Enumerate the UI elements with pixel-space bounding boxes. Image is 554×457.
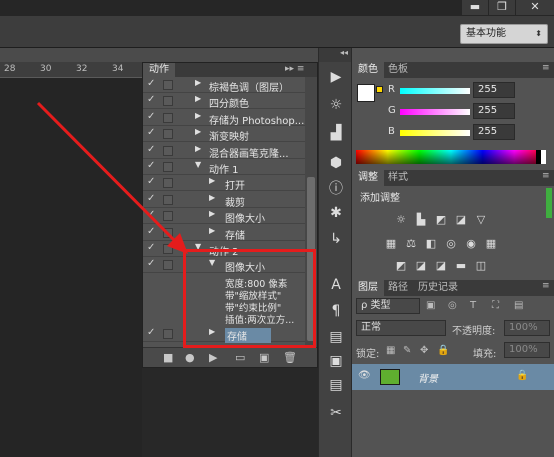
play-icon[interactable]: ▶ [324,66,348,88]
adjustment-icon[interactable]: ▽ [474,214,488,226]
adjustment-icon[interactable]: ◩ [394,260,408,272]
right-panels: 颜色 色板 ≡ R 255 G 255 B 255 调整 样式 ≡ 添加调整 ☼ ▙ ◩ ◪ ▽ ▦… [352,48,554,457]
brush-arrow-icon[interactable]: ↳ [324,228,348,250]
adjustment-icon[interactable]: ☼ [394,214,408,226]
layer-filter-icon[interactable]: ◎ [448,300,457,311]
channel-value-input[interactable]: 255 [473,103,515,119]
layer-filter-icon[interactable]: ▤ [514,300,523,311]
opacity-input[interactable]: 100% [504,320,550,336]
tab-swatches[interactable]: 色板 [382,62,414,78]
layer-filter-select[interactable]: ρ 类型 [356,298,420,314]
layer-filter-icon[interactable]: ⛶ [492,300,499,311]
fill-label: 填充: [473,349,497,360]
channel-slider[interactable] [400,109,470,115]
paragraph-icon[interactable]: ¶ [324,300,348,322]
color-slider-row: R 255 [352,82,554,100]
adjustment-icon[interactable]: ▙ [414,214,428,226]
adjust-scrollbar[interactable] [546,188,552,218]
layer-row-background[interactable]: 👁 背景 🔒 [352,364,554,390]
layer-filter-icon[interactable]: T [470,300,476,311]
cube-icon[interactable]: ⬢ [324,152,348,174]
layer-lock-icon: 🔒 [516,370,529,381]
layer-filter-icon[interactable]: ▣ [426,300,435,311]
adjustment-icon[interactable]: ◪ [454,214,468,226]
adjustment-icon[interactable]: ▦ [484,238,498,250]
channel-label: B [388,126,395,137]
adjustment-icon[interactable]: ◩ [434,214,448,226]
tab-color[interactable]: 颜色 [352,62,384,78]
layer-thumbnail [380,369,400,385]
lock-option-icon[interactable]: ▦ [386,345,395,356]
channel-slider[interactable] [400,88,470,94]
panel-menu-icon[interactable]: ≡ [542,170,550,183]
doc-icon[interactable]: ▤ [324,374,348,396]
adjustment-icon[interactable]: ◉ [464,238,478,250]
channel-value-input[interactable]: 255 [473,82,515,98]
opacity-label: 不透明度: [452,326,496,337]
blend-mode-select[interactable]: 正常 [356,320,446,336]
layers-panel-tabs: 图层 路径 历史记录 ≡ [352,280,554,296]
channel-slider[interactable] [400,130,470,136]
adjustment-icon[interactable]: ▬ [454,260,468,272]
panel-menu-icon[interactable]: ≡ [542,280,550,293]
panel-menu-icon[interactable]: ≡ [542,62,550,75]
tab-paths[interactable]: 路径 [382,280,414,296]
tab-layers[interactable]: 图层 [352,280,384,296]
channel-label: R [388,84,395,95]
fill-input[interactable]: 100% [504,342,550,358]
tools-column: ◂◂ ▶ ☼ ▟ ⬢ ⓘ ✱ ↳ A ¶ ▤ ▣ ▤ ✂ [318,48,352,457]
asterisk-icon[interactable]: ✱ [324,202,348,224]
highlight-box [183,249,316,348]
dock-collapse-icon[interactable]: ◂◂ [319,48,351,62]
color-panel-tabs: 颜色 色板 ≡ [352,62,554,78]
adjustment-icon[interactable]: ▦ [384,238,398,250]
adjustment-icon[interactable]: ◎ [444,238,458,250]
lock-label: 锁定: [356,349,380,360]
color-spectrum[interactable] [356,150,546,164]
info-icon[interactable]: ⓘ [324,178,348,200]
lock-option-icon[interactable]: 🔒 [437,345,449,356]
channel-label: G [388,105,396,116]
add-adjustment-title: 添加调整 [360,193,400,204]
type-icon[interactable]: A [324,274,348,296]
visibility-eye-icon[interactable]: 👁 [358,370,371,381]
adjustment-icon[interactable]: ◧ [424,238,438,250]
lock-option-icon[interactable]: ✎ [403,345,411,356]
box-icon[interactable]: ▣ [324,350,348,372]
color-slider-row: B 255 [352,124,554,142]
adjust-panel-tabs: 调整 样式 ≡ [352,170,554,186]
list-icon[interactable]: ▤ [324,326,348,348]
adjustment-icon[interactable]: ◪ [434,260,448,272]
tools-icon[interactable]: ✂ [324,402,348,424]
tab-styles[interactable]: 样式 [382,170,414,186]
sun-icon[interactable]: ☼ [324,94,348,116]
adjustment-icon[interactable]: ◫ [474,260,488,272]
channel-value-input[interactable]: 255 [473,124,515,140]
lock-option-icon[interactable]: ✥ [420,345,428,356]
tab-adjustments[interactable]: 调整 [352,170,384,186]
histogram-icon[interactable]: ▟ [324,122,348,144]
adjustment-icon[interactable]: ⚖ [404,238,418,250]
layer-name[interactable]: 背景 [418,370,438,385]
color-slider-row: G 255 [352,103,554,121]
tab-history[interactable]: 历史记录 [412,280,464,296]
adjustment-icon[interactable]: ◪ [414,260,428,272]
